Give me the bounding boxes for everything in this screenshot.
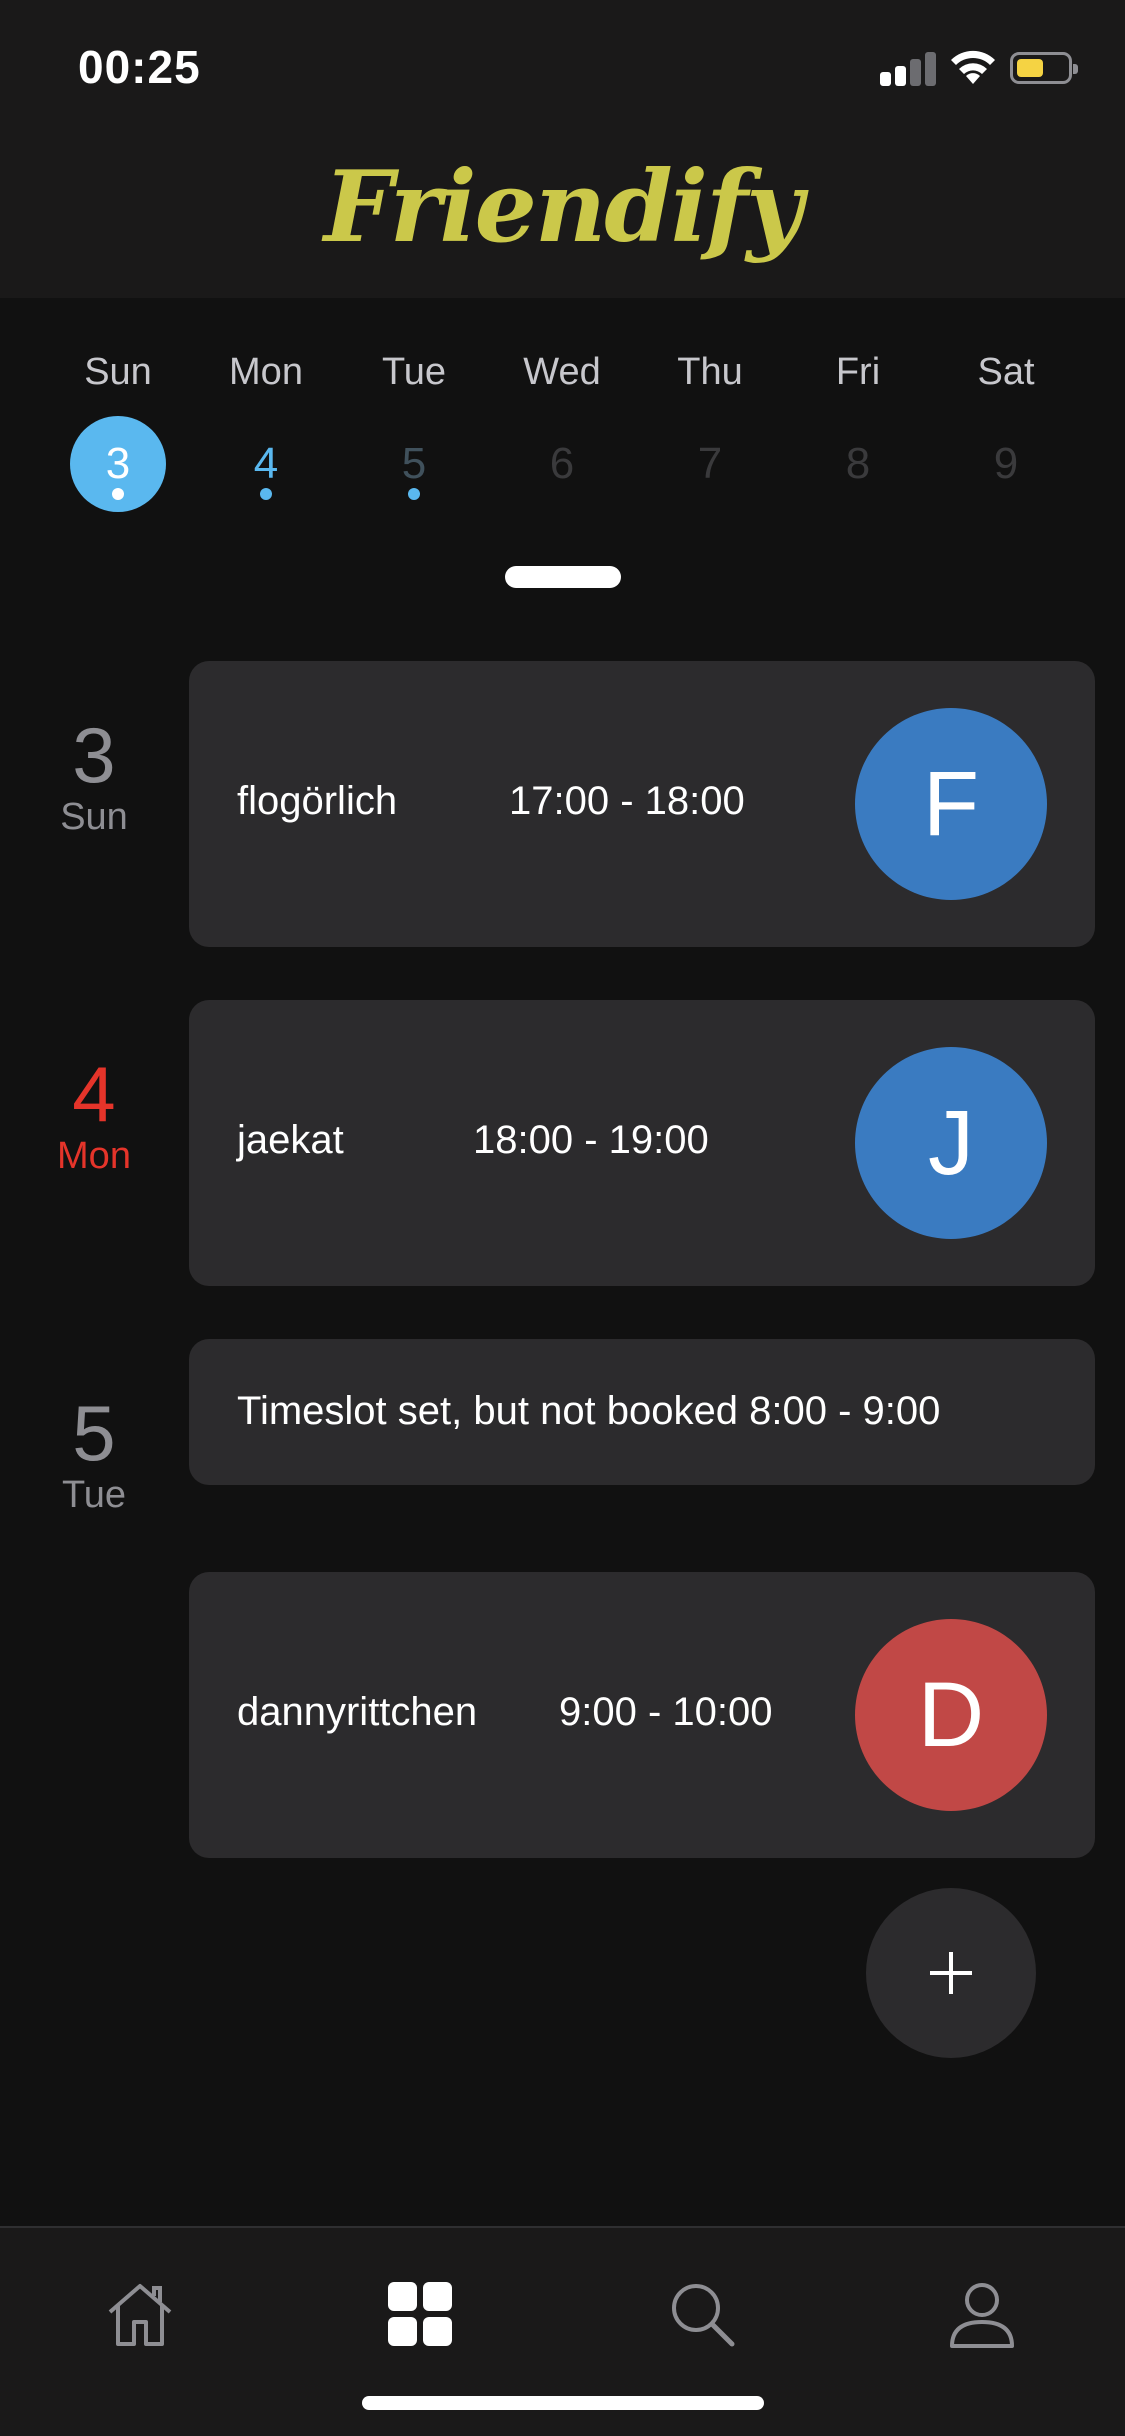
day-number[interactable]: 7: [662, 416, 758, 512]
avatar[interactable]: F: [855, 708, 1047, 900]
day-number[interactable]: 6: [514, 416, 610, 512]
home-indicator: [362, 2396, 764, 2410]
week-calendar: Sun 3 Mon 4 Tue 5 Wed 6 Thu 7 Fri 8 Sat …: [0, 298, 1125, 618]
agenda-day-number: 5: [72, 1389, 116, 1477]
agenda-day-name: Tue: [61, 1474, 127, 1516]
event-dot: [112, 488, 124, 500]
status-time: 00:25: [78, 41, 201, 93]
agenda-day-number: 4: [72, 1050, 116, 1138]
calendar-day-wed[interactable]: Wed 6: [488, 298, 636, 512]
battery-icon: [1010, 52, 1078, 84]
day-name: Sat: [977, 351, 1035, 393]
add-timeslot-button[interactable]: [866, 1888, 1036, 2058]
search-icon: [672, 2284, 735, 2347]
day-number[interactable]: 4: [218, 416, 314, 512]
calendar-day-thu[interactable]: Thu 7: [636, 298, 784, 512]
day-name: Wed: [523, 351, 601, 393]
day-number[interactable]: 8: [810, 416, 906, 512]
grid-icon: [388, 2282, 452, 2346]
calendar-day-fri[interactable]: Fri 8: [784, 298, 932, 512]
day-name: Sun: [84, 351, 152, 393]
calendar-day-mon[interactable]: Mon 4: [192, 298, 340, 512]
calendar-day-tue[interactable]: Tue 5: [340, 298, 488, 512]
open-timeslot-text: Timeslot set, but not booked 8:00 - 9:00: [237, 1389, 941, 1433]
app-logo-title: Friendify: [323, 150, 803, 265]
home-icon: [108, 2284, 172, 2346]
day-name: Tue: [381, 351, 447, 393]
profile-icon: [950, 2283, 1014, 2348]
open-timeslot-card[interactable]: Timeslot set, but not booked 8:00 - 9:00: [189, 1339, 1095, 1485]
event-time: 18:00 - 19:00: [473, 1118, 709, 1162]
day-number[interactable]: 5: [366, 416, 462, 512]
event-card-jaekat[interactable]: jaekat 18:00 - 19:00 J: [189, 1000, 1095, 1286]
event-card-flogorlich[interactable]: flogörlich 17:00 - 18:00 F: [189, 661, 1095, 947]
status-bar: 00:25: [0, 0, 1125, 130]
agenda-day-name: Sun: [60, 796, 128, 838]
agenda-day-name: Mon: [57, 1135, 131, 1177]
tab-dashboard[interactable]: [360, 2278, 480, 2378]
app-header: Friendify: [0, 130, 1125, 298]
agenda-date-tue: 5 Tue: [0, 1392, 188, 1516]
event-card-dannyrittchen[interactable]: dannyrittchen 9:00 - 10:00 D: [189, 1572, 1095, 1858]
agenda-date-mon: 4 Mon: [0, 1053, 188, 1177]
tab-profile[interactable]: [922, 2278, 1042, 2378]
event-time: 9:00 - 10:00: [559, 1690, 773, 1734]
agenda-day-number: 3: [72, 711, 116, 799]
day-name: Fri: [835, 351, 881, 393]
avatar[interactable]: D: [855, 1619, 1047, 1811]
event-friend-name: dannyrittchen: [237, 1690, 478, 1734]
event-dot: [408, 488, 420, 500]
calendar-day-sun[interactable]: Sun 3: [44, 298, 192, 512]
calendar-drag-handle[interactable]: [505, 566, 621, 588]
wifi-icon: [951, 50, 995, 84]
event-friend-name: jaekat: [237, 1118, 344, 1162]
plus-icon: [930, 1952, 972, 1994]
avatar[interactable]: J: [855, 1047, 1047, 1239]
day-name: Mon: [229, 351, 303, 393]
day-name: Thu: [677, 351, 743, 393]
day-number[interactable]: 9: [958, 416, 1054, 512]
cellular-signal-icon: [880, 50, 936, 86]
event-dot: [260, 488, 272, 500]
agenda-date-sun: 3 Sun: [0, 714, 188, 838]
event-friend-name: flogörlich: [237, 779, 398, 823]
event-time: 17:00 - 18:00: [509, 779, 745, 823]
day-number[interactable]: 3: [70, 416, 166, 512]
tab-home[interactable]: [80, 2278, 200, 2378]
calendar-day-sat[interactable]: Sat 9: [932, 298, 1080, 512]
tab-search[interactable]: [642, 2278, 762, 2378]
